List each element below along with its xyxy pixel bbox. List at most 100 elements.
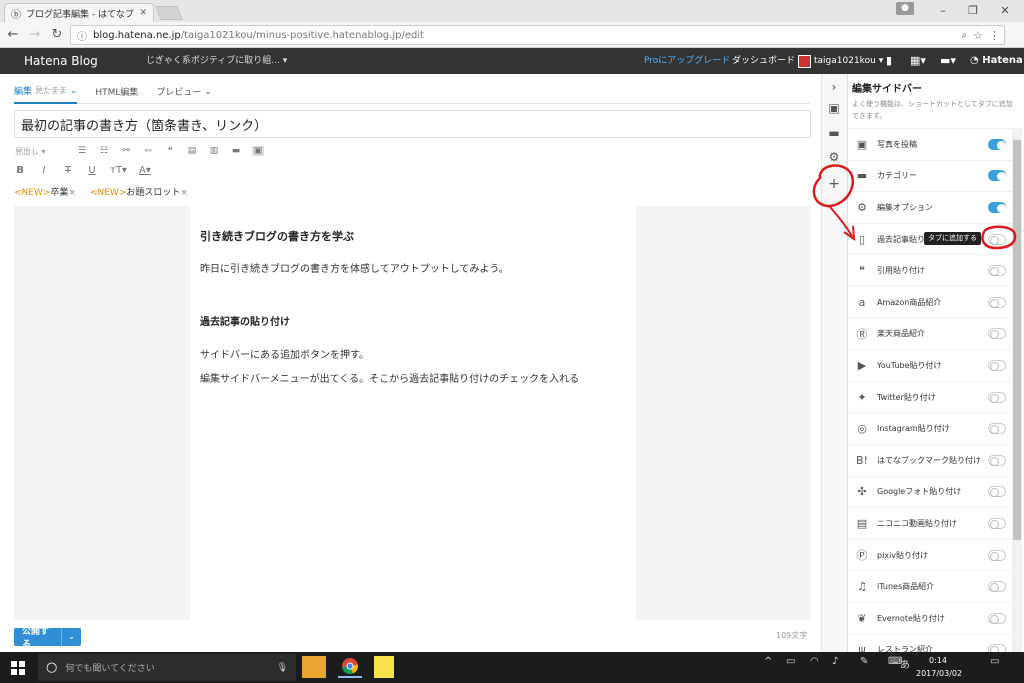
browser-tab[interactable]: ⓑ ブログ記事編集 - はてなブ... ✕ bbox=[4, 3, 154, 22]
tag-remove-icon[interactable]: × bbox=[68, 188, 76, 198]
volume-icon[interactable]: ♪ bbox=[832, 656, 838, 667]
tag-remove-icon[interactable]: × bbox=[180, 188, 188, 198]
tab-html[interactable]: HTML編集 bbox=[95, 80, 138, 104]
sidebar-item[interactable]: ▤ ニコニコ動画貼り付け bbox=[847, 507, 1012, 539]
close-window-icon[interactable]: ✕ bbox=[990, 0, 1020, 20]
sticky-notes-icon[interactable] bbox=[374, 656, 394, 678]
italic-icon[interactable]: I bbox=[38, 165, 50, 176]
photo-icon[interactable]: ▣ bbox=[825, 101, 843, 115]
heading-select[interactable]: 見出し ▾ bbox=[14, 145, 66, 158]
sidebar-toggle[interactable] bbox=[988, 581, 1006, 593]
strike-icon[interactable]: T bbox=[62, 165, 74, 176]
sidebar-toggle[interactable] bbox=[988, 296, 1006, 308]
hatena-blog-logo[interactable]: ⓪ Hatena Blog bbox=[8, 48, 98, 74]
sidebar-toggle[interactable] bbox=[988, 549, 1006, 561]
table-icon[interactable]: ▤ bbox=[186, 146, 198, 156]
folder-icon[interactable]: ▬ bbox=[825, 126, 843, 140]
quote-icon[interactable]: ❝ bbox=[164, 146, 176, 156]
tab-edit[interactable]: 編集 見たまま ⌄ bbox=[14, 80, 78, 104]
blog-name-dropdown[interactable]: じぎゃく系ポジティブに取り組... ▾ bbox=[146, 48, 287, 74]
add-tab-icon[interactable]: + bbox=[825, 176, 843, 192]
sidebar-item[interactable]: ◎ Instagram貼り付け bbox=[847, 412, 1012, 444]
underline-icon[interactable]: U bbox=[86, 165, 98, 176]
publish-button[interactable]: 公開する ⌄ bbox=[14, 627, 81, 650]
sidebar-item[interactable]: ♫ iTunes商品紹介 bbox=[847, 570, 1012, 602]
chevron-down-icon[interactable]: ⌄ bbox=[61, 628, 81, 646]
chrome-icon[interactable] bbox=[338, 656, 362, 678]
file-explorer-icon[interactable] bbox=[302, 656, 326, 678]
tray-chevron-icon[interactable]: ^ bbox=[764, 656, 772, 667]
sidebar-item[interactable]: ⚙ 編集オプション bbox=[847, 191, 1012, 223]
account-menu[interactable]: taiga1021kou ▾ bbox=[798, 48, 883, 74]
editor-body[interactable]: 引き続きブログの書き方を学ぶ 昨日に引き続きブログの書き方を体感してアウトプット… bbox=[190, 206, 636, 620]
restore-icon[interactable]: ❐ bbox=[958, 0, 988, 20]
link-icon[interactable]: ⚯ bbox=[120, 146, 132, 156]
profile-icon[interactable]: ● bbox=[896, 2, 914, 15]
sidebar-toggle[interactable] bbox=[988, 233, 1006, 245]
gear-icon[interactable]: ⚙ bbox=[825, 150, 843, 164]
new-tab-button[interactable] bbox=[155, 6, 183, 20]
scrollbar-thumb[interactable] bbox=[1013, 140, 1021, 540]
info-icon[interactable]: ⓘ bbox=[77, 28, 87, 43]
sidebar-toggle[interactable] bbox=[988, 359, 1006, 371]
sidebar-toggle[interactable] bbox=[988, 486, 1006, 498]
collapse-chevron-icon[interactable]: › bbox=[825, 80, 843, 94]
action-center-icon[interactable]: ▭ bbox=[990, 656, 999, 667]
sidebar-item[interactable]: ✣ Googleフォト貼り付け bbox=[847, 475, 1012, 508]
reload-icon[interactable]: ↻ bbox=[48, 26, 66, 44]
tag-item[interactable]: <NEW>お題スロット× bbox=[90, 185, 188, 198]
hatena-logo[interactable]: ◔ Hatena bbox=[970, 48, 1023, 74]
apps-grid-icon[interactable]: ▦▾ bbox=[910, 48, 926, 74]
bold-icon[interactable]: B bbox=[14, 165, 26, 176]
wifi-icon[interactable]: ◠ bbox=[810, 656, 819, 667]
taskbar-clock[interactable]: 0:14 2017/03/02 bbox=[916, 654, 962, 680]
bookmark-icon[interactable]: ▮ bbox=[886, 48, 892, 74]
dashboard-link[interactable]: ダッシュボード bbox=[732, 48, 795, 74]
sidebar-item[interactable]: ❝ 引用貼り付け bbox=[847, 254, 1012, 286]
close-tab-icon[interactable]: ✕ bbox=[139, 8, 147, 18]
sidebar-item[interactable]: Ⓡ 楽天商品紹介 bbox=[847, 317, 1012, 350]
font-size-icon[interactable]: тT▾ bbox=[110, 165, 127, 176]
title-input[interactable]: 最初の記事の書き方（箇条書き、リンク） bbox=[14, 110, 811, 138]
ime-indicator[interactable]: あ bbox=[900, 656, 910, 671]
sidebar-toggle[interactable] bbox=[988, 454, 1006, 466]
sidebar-item[interactable]: ▣ 写真を投稿 bbox=[847, 128, 1012, 160]
sidebar-item[interactable]: Ⓟpixiv貼り付け bbox=[847, 538, 1012, 571]
sidebar-item[interactable]: a Amazon商品紹介 bbox=[847, 285, 1012, 318]
microphone-icon[interactable]: 🎙 bbox=[277, 663, 296, 673]
sidebar-toggle[interactable] bbox=[988, 391, 1006, 403]
sidebar-toggle[interactable] bbox=[988, 517, 1006, 529]
sidebar-toggle[interactable] bbox=[988, 265, 1006, 277]
windows-start-icon[interactable] bbox=[0, 652, 36, 683]
forward-icon[interactable]: → bbox=[26, 26, 44, 44]
bullet-list-icon[interactable]: ☰ bbox=[76, 146, 88, 156]
pro-upgrade-link[interactable]: Proにアップグレード bbox=[644, 48, 730, 74]
text-color-icon[interactable]: A▾ bbox=[139, 165, 151, 176]
sidebar-toggle[interactable] bbox=[988, 170, 1006, 182]
box-icon[interactable]: ▣ bbox=[252, 146, 264, 156]
align-icon[interactable]: ▬ bbox=[230, 146, 242, 156]
sidebar-item[interactable]: ❦ Evernote貼り付け bbox=[847, 601, 1012, 634]
bookmark-star-icon[interactable]: ☆ bbox=[973, 29, 983, 42]
sidebar-item[interactable]: ▬ カテゴリー bbox=[847, 159, 1012, 192]
sidebar-toggle[interactable] bbox=[988, 612, 1006, 624]
tab-preview[interactable]: プレビュー ⌄ bbox=[156, 80, 212, 104]
sidebar-toggle[interactable] bbox=[988, 328, 1006, 340]
numbered-list-icon[interactable]: ☷ bbox=[98, 146, 110, 156]
sidebar-item[interactable]: ✦ Twitter貼り付け bbox=[847, 380, 1012, 413]
battery-icon[interactable]: ▭ bbox=[786, 656, 795, 667]
taskbar-search[interactable]: ○ 何でも聞いてください 🎙 bbox=[38, 654, 296, 681]
pen-icon[interactable]: ✎ bbox=[860, 656, 868, 667]
list-box-icon[interactable]: ▥ bbox=[208, 146, 220, 156]
minimize-icon[interactable]: – bbox=[928, 0, 958, 20]
sidebar-toggle[interactable] bbox=[988, 423, 1006, 435]
notification-icon[interactable]: ▬▾ bbox=[940, 48, 956, 74]
sidebar-toggle[interactable] bbox=[988, 138, 1006, 150]
sidebar-toggle[interactable] bbox=[988, 201, 1006, 213]
sidebar-item[interactable]: ▶ YouTube貼り付け bbox=[847, 349, 1012, 381]
menu-kebab-icon[interactable]: ⋮ bbox=[989, 29, 1004, 42]
back-icon[interactable]: ← bbox=[4, 26, 22, 44]
hr-icon[interactable]: ⇿ bbox=[142, 146, 154, 156]
sidebar-item[interactable]: B! はてなブックマーク貼り付け bbox=[847, 443, 1012, 476]
address-bar[interactable]: ⓘ blog.hatena.ne.jp/taiga1021kou/minus-p… bbox=[70, 25, 1005, 45]
